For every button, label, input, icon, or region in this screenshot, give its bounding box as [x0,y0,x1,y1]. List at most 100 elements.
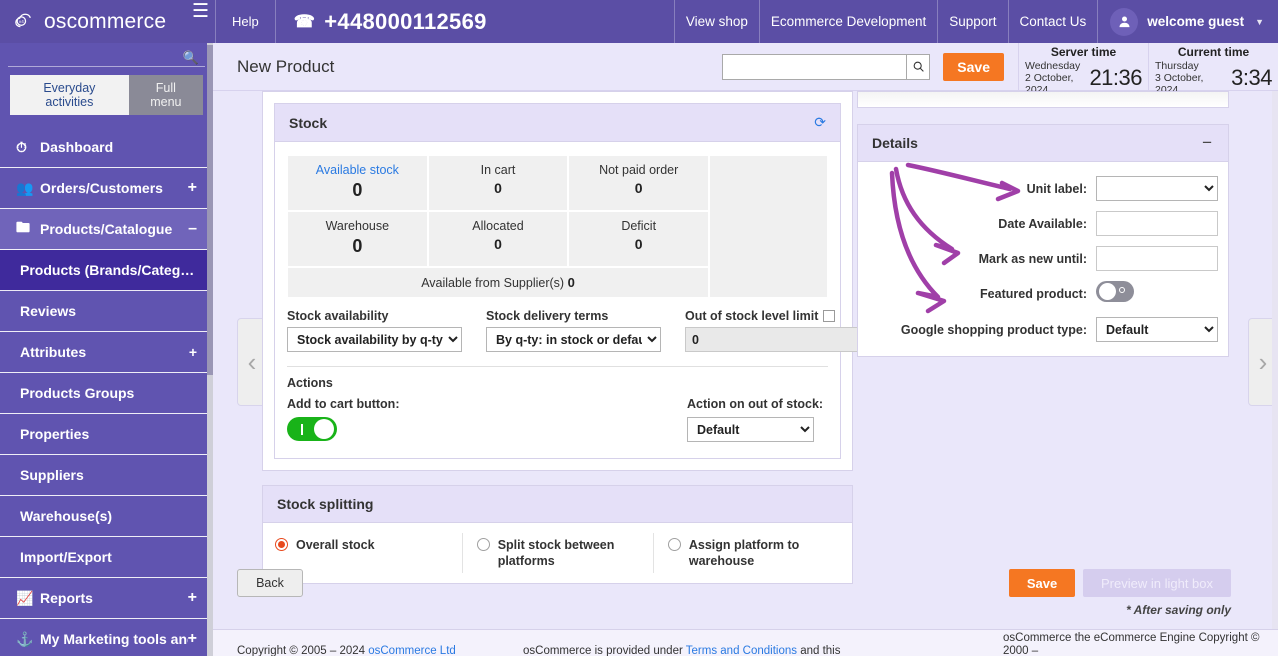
unit-label-select[interactable] [1096,176,1218,201]
stock-card-header: Stock ⟳ [275,104,840,142]
action-out-of-stock-select[interactable]: Default [687,417,814,442]
user-menu[interactable]: welcome guest ▼ [1098,0,1278,43]
stock-availability-select[interactable]: Stock availability by q-ty i [287,327,462,352]
stat-warehouse: Warehouse 0 [287,211,428,267]
add-to-cart-toggle[interactable] [287,417,337,441]
main-content: ‹ › Stock ⟳ Available stock 0 In cart 0 … [213,91,1278,656]
nav-contact-us[interactable]: Contact Us [1009,0,1098,43]
sidebar-subitem-label: Warehouse(s) [20,508,113,524]
stat-available-stock: Available stock 0 [287,155,428,211]
sidebar-item-products-brands-categories[interactable]: Products (Brands/Catego... [0,250,213,291]
toggle-everyday-activities[interactable]: Everyday activities [10,75,129,115]
sidebar-item-reports[interactable]: 📈 Reports + [0,578,213,619]
save-button[interactable]: Save [1009,569,1075,597]
oscommerce-ltd-link[interactable]: osCommerce Ltd [368,645,456,656]
sidebar-item-warehouses[interactable]: Warehouse(s) [0,496,213,537]
search-icon[interactable] [906,53,931,80]
sidebar-item-import-export[interactable]: Import/Export [0,537,213,578]
sidebar-search[interactable]: 🔍 [0,43,213,67]
terms-and-conditions-link[interactable]: Terms and Conditions [686,645,797,656]
field-label: Unit label: [1026,181,1087,196]
sidebar-subitem-label: Import/Export [20,549,112,565]
sidebar-item-products-catalogue[interactable]: 🖿 Products/Catalogue – [0,209,213,250]
hamburger-icon[interactable]: ☰ [186,0,215,43]
sidebar-item-reviews[interactable]: Reviews [0,291,213,332]
field-label: Featured product: [980,287,1087,301]
search-input[interactable] [722,53,907,80]
collapse-minus-icon[interactable]: – [188,220,197,238]
footer-terms: osCommerce is provided under Terms and C… [523,645,841,656]
sidebar-item-marketing-tools[interactable]: ⚓ My Marketing tools and + [0,619,213,656]
header-save-button[interactable]: Save [943,52,1004,81]
stock-outer-panel: Stock ⟳ Available stock 0 In cart 0 Not … [262,91,860,471]
google-shopping-product-type-select[interactable]: Default [1096,317,1218,342]
chevron-down-icon: ▼ [1255,16,1264,27]
stat-label[interactable]: Available stock [292,163,423,177]
radio-icon[interactable] [275,538,288,551]
details-row-featured-product: Featured product: [868,281,1218,307]
featured-product-toggle[interactable] [1096,281,1134,302]
footer-engine-copyright: osCommerce the eCommerce Engine Copyrigh… [1003,632,1260,656]
stock-stats-grid: Available stock 0 In cart 0 Not paid ord… [287,155,828,298]
field-stock-delivery-terms: Stock delivery terms By q-ty: in stock o… [486,309,661,352]
rocket-icon: ⚓ [16,630,34,647]
sidebar-item-suppliers[interactable]: Suppliers [0,455,213,496]
field-label: Stock delivery terms [486,309,609,323]
details-row-unit-label: Unit label: [868,176,1218,201]
sidebar-item-attributes[interactable]: Attributes + [0,332,213,373]
after-saving-note: * After saving only [1126,603,1231,617]
sidebar-item-orders-customers[interactable]: 👥 Orders/Customers + [0,168,213,209]
help-link[interactable]: Help [216,0,275,43]
refresh-icon[interactable]: ⟳ [814,114,826,131]
stat-label: Warehouse [325,219,390,233]
phone-number[interactable]: ☎ +448000112569 [276,0,505,43]
out-of-stock-limit-input[interactable] [685,327,860,352]
radio-label: Overall stock [296,538,375,552]
sidebar-subitem-label: Products (Brands/Catego... [20,262,197,278]
nav-support[interactable]: Support [938,0,1007,43]
stat-label: Not paid order [599,163,679,177]
expand-plus-icon[interactable]: + [188,179,197,197]
details-card-body: Unit label: Date Available: Mark as new … [858,162,1228,356]
out-of-stock-limit-checkbox[interactable] [823,310,836,322]
radio-icon[interactable] [667,538,681,551]
toggle-full-menu[interactable]: Full menu [128,75,203,115]
minus-icon[interactable]: − [1200,134,1214,151]
radio-split-stock-between-platforms[interactable]: Split stock between platforms [461,533,653,573]
expand-plus-icon[interactable]: + [189,344,197,360]
stat-label: Available from Supplier(s) [421,276,565,290]
radio-label: Split stock between platforms [497,538,615,568]
expand-plus-icon[interactable]: + [188,630,197,648]
left-column: Stock ⟳ Available stock 0 In cart 0 Not … [262,91,860,598]
stat-value: 0 [634,236,643,252]
sidebar-item-properties[interactable]: Properties [0,414,213,455]
back-button[interactable]: Back [237,569,303,597]
user-avatar-icon [1110,7,1139,36]
page-title: New Product [237,56,335,76]
nav-view-shop[interactable]: View shop [675,0,759,43]
add-to-cart-group: Add to cart button: [287,397,687,446]
stock-splitting-title: Stock splitting [277,496,374,512]
phone-number-text: +448000112569 [324,8,487,34]
date-available-input[interactable] [1096,211,1218,236]
nav-ecommerce-development[interactable]: Ecommerce Development [760,0,937,43]
radio-icon[interactable] [476,538,490,551]
expand-plus-icon[interactable]: + [188,589,197,607]
radio-overall-stock[interactable]: Overall stock [271,533,462,573]
mark-as-new-until-input[interactable] [1096,246,1218,271]
sidebar-item-dashboard[interactable]: ⏱ Dashboard [0,127,213,168]
app-root: v4 oscommerce ☰ Help ☎ +448000112569 Vie… [0,0,1278,656]
sidebar-item-products-groups[interactable]: Products Groups [0,373,213,414]
brand-logo[interactable]: v4 oscommerce [0,0,186,43]
footer-text: and this [797,645,841,656]
search-icon[interactable]: 🔍 [183,50,199,66]
main-scrollbar[interactable] [1272,91,1278,656]
featured-product-control [1096,281,1218,307]
sidebar-menu-toggle: Everyday activities Full menu [0,67,213,115]
stat-label: Allocated [472,219,524,233]
action-out-of-stock-label: Action on out of stock: [687,397,824,411]
stock-delivery-terms-select[interactable]: By q-ty: in stock or defaul [486,327,661,352]
users-icon: 👥 [16,179,34,196]
radio-assign-platform-to-warehouse[interactable]: Assign platform to warehouse [652,533,844,573]
